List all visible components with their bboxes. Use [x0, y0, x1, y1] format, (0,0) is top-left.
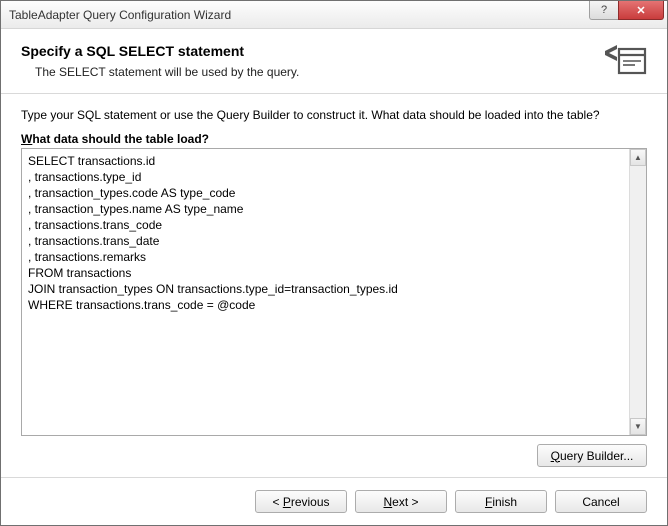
sql-textarea-container: ▲ ▼	[21, 148, 647, 436]
finish-button[interactable]: Finish	[455, 490, 547, 513]
help-button[interactable]: ?	[589, 1, 619, 20]
previous-button[interactable]: < Previous	[255, 490, 347, 513]
titlebar-buttons: ? ✕	[590, 1, 667, 28]
close-button[interactable]: ✕	[618, 1, 664, 20]
sql-field-label: What data should the table load?	[21, 132, 647, 146]
query-builder-button[interactable]: Query Builder...	[537, 444, 647, 467]
wizard-window: TableAdapter Query Configuration Wizard …	[0, 0, 668, 526]
wizard-footer: < Previous Next > Finish Cancel	[1, 477, 667, 525]
wizard-body: Type your SQL statement or use the Query…	[1, 94, 667, 477]
page-subtitle: The SELECT statement will be used by the…	[21, 65, 591, 79]
sql-textarea[interactable]	[22, 149, 629, 435]
scroll-down-icon[interactable]: ▼	[630, 418, 646, 435]
query-builder-row: Query Builder...	[21, 436, 647, 467]
instruction-text: Type your SQL statement or use the Query…	[21, 108, 647, 122]
page-title: Specify a SQL SELECT statement	[21, 43, 591, 59]
header-texts: Specify a SQL SELECT statement The SELEC…	[21, 43, 591, 79]
wizard-header: Specify a SQL SELECT statement The SELEC…	[1, 29, 667, 94]
sql-page-icon	[603, 43, 647, 77]
window-title: TableAdapter Query Configuration Wizard	[9, 8, 590, 22]
titlebar: TableAdapter Query Configuration Wizard …	[1, 1, 667, 29]
next-button[interactable]: Next >	[355, 490, 447, 513]
vertical-scrollbar[interactable]: ▲ ▼	[629, 149, 646, 435]
scroll-up-icon[interactable]: ▲	[630, 149, 646, 166]
scroll-track[interactable]	[630, 166, 646, 418]
cancel-button[interactable]: Cancel	[555, 490, 647, 513]
